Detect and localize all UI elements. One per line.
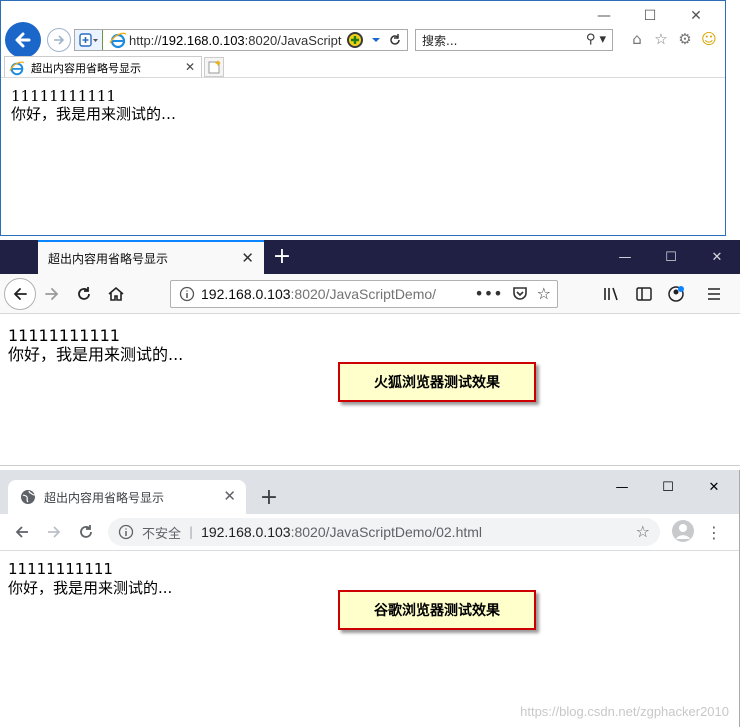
forward-arrow-icon (54, 35, 65, 45)
firefox-annotation-label: 火狐浏览器测试效果 (338, 362, 536, 402)
ie-logo-icon (109, 32, 127, 49)
info-icon[interactable] (179, 286, 195, 302)
close-icon[interactable]: ✕ (673, 3, 719, 29)
minimize-icon[interactable]: — (581, 3, 627, 29)
refresh-icon[interactable] (388, 33, 402, 47)
ie-caption-buttons: — ☐ ✕ (581, 3, 719, 29)
content-line-2: 你好，我是用来测试的... (8, 345, 184, 364)
firefox-navbar: 192.168.0.103:8020/JavaScriptDemo/ ••• ☆ (0, 274, 740, 314)
close-icon[interactable]: ✕ (691, 472, 737, 502)
ie-search-box[interactable]: 搜索... ⚲ ▾ (415, 29, 613, 51)
info-icon[interactable] (118, 524, 134, 540)
ie-back-button[interactable] (5, 22, 41, 58)
ie-window: — ☐ ✕ http://192.168.0.103:8020/JavaScri… (0, 0, 726, 236)
sidebar-icon[interactable] (632, 282, 656, 306)
firefox-titlebar: 超出内容用省略号显示 ✕ + — ☐ ✕ (0, 240, 740, 274)
minimize-icon[interactable]: — (602, 240, 648, 274)
smiley-icon[interactable]: ☺ (699, 29, 719, 49)
firefox-caption-buttons: — ☐ ✕ (602, 240, 740, 274)
ie-new-tab-button[interactable] (204, 57, 224, 77)
firefox-tab[interactable]: 超出内容用省略号显示 ✕ (38, 240, 264, 274)
plus-icon[interactable]: + (256, 484, 282, 510)
content-line-2: 你好，我是用来测试的… (11, 105, 177, 123)
watermark-text: https://blog.csdn.net/zgphacker2010 (520, 704, 729, 719)
plus-icon[interactable]: + (270, 244, 294, 269)
close-icon[interactable]: ✕ (241, 249, 254, 267)
ie-forward-button[interactable] (47, 28, 71, 52)
chrome-tab[interactable]: 超出内容用省略号显示 ✕ (8, 480, 246, 514)
chrome-tab-title: 超出内容用省略号显示 (44, 490, 165, 505)
kebab-menu-icon[interactable]: ⋮ (706, 520, 722, 544)
firefox-url-bar[interactable]: 192.168.0.103:8020/JavaScriptDemo/ ••• ☆ (170, 280, 558, 308)
dropdown-arrow-icon[interactable] (370, 34, 382, 46)
firefox-back-button[interactable] (4, 278, 36, 310)
close-icon[interactable]: ✕ (223, 487, 236, 505)
ie-logo-icon (9, 61, 25, 75)
minimize-icon[interactable]: — (599, 472, 645, 502)
back-arrow-icon[interactable] (10, 520, 34, 544)
content-line-1: 11111111111 (11, 87, 116, 105)
close-icon[interactable]: ✕ (185, 60, 195, 74)
back-arrow-icon (15, 32, 31, 48)
firefox-tab-title: 超出内容用省略号显示 (48, 251, 169, 266)
content-line-1: 11111111111 (8, 560, 113, 578)
chrome-titlebar: 超出内容用省略号显示 ✕ + — ☐ ✕ (0, 470, 739, 514)
ie-search-placeholder: 搜索... (422, 33, 458, 48)
page-actions-icon[interactable]: ••• (474, 284, 502, 303)
ie-url-text: http://192.168.0.103:8020/JavaScript (129, 32, 342, 48)
insecure-label: 不安全 (142, 526, 182, 542)
pocket-icon[interactable] (511, 284, 529, 303)
compat-plus-icon[interactable] (346, 31, 364, 49)
back-arrow-icon (13, 288, 27, 300)
new-tab-icon (208, 60, 221, 74)
ie-tab[interactable]: 超出内容用省略号显示 ✕ (4, 56, 202, 78)
chrome-caption-buttons: — ☐ ✕ (599, 472, 737, 502)
refresh-icon[interactable] (74, 520, 98, 544)
maximize-icon[interactable]: ☐ (627, 3, 673, 29)
firefox-url-actions: ••• ☆ (474, 284, 551, 303)
star-icon[interactable]: ☆ (537, 284, 551, 303)
library-icon[interactable] (600, 282, 624, 306)
ie-tab-divider (1, 77, 725, 78)
ie-address-bar[interactable]: http://192.168.0.103:8020/JavaScript (74, 29, 408, 51)
shield-icon[interactable] (75, 30, 103, 50)
chrome-navbar: 不安全 | 192.168.0.103:8020/JavaScriptDemo/… (0, 514, 739, 551)
menu-icon[interactable] (702, 282, 726, 306)
chrome-annotation-label: 谷歌浏览器测试效果 (338, 590, 536, 630)
ie-page-content: 11111111111 你好，我是用来测试的… (11, 87, 176, 123)
account-icon[interactable] (664, 282, 688, 306)
avatar-icon[interactable] (672, 520, 694, 542)
globe-icon (21, 490, 36, 504)
firefox-url-text: 192.168.0.103:8020/JavaScriptDemo/ (201, 286, 437, 302)
star-icon[interactable]: ☆ (636, 522, 650, 541)
chrome-page-content: 11111111111 你好，我是用来测试的... (8, 560, 172, 598)
refresh-icon[interactable] (72, 282, 96, 306)
gear-icon[interactable]: ⚙ (675, 29, 695, 49)
chrome-omnibox[interactable]: 不安全 | 192.168.0.103:8020/JavaScriptDemo/… (108, 518, 660, 546)
star-icon[interactable]: ☆ (651, 29, 671, 49)
firefox-page-content: 11111111111 你好，我是用来测试的... (8, 326, 183, 364)
home-icon[interactable] (104, 282, 128, 306)
search-icon[interactable]: ⚲ ▾ (586, 32, 606, 47)
firefox-window: 超出内容用省略号显示 ✕ + — ☐ ✕ 192.168.0.103:8020/… (0, 240, 740, 466)
forward-arrow-icon[interactable] (42, 520, 66, 544)
close-icon[interactable]: ✕ (694, 240, 740, 274)
content-line-1: 11111111111 (8, 326, 120, 345)
chrome-url-text: 192.168.0.103:8020/JavaScriptDemo/02.htm… (201, 524, 483, 540)
ie-toolbar: — ☐ ✕ http://192.168.0.103:8020/JavaScri… (1, 1, 725, 79)
ie-tool-icons: ⌂ ☆ ⚙ ☺ (627, 29, 719, 49)
maximize-icon[interactable]: ☐ (645, 472, 691, 502)
ie-tab-title: 超出内容用省略号显示 (31, 61, 141, 75)
forward-arrow-icon[interactable] (40, 282, 64, 306)
maximize-icon[interactable]: ☐ (648, 240, 694, 274)
content-line-2: 你好，我是用来测试的... (8, 579, 173, 597)
home-icon[interactable]: ⌂ (627, 29, 647, 49)
omnibox-separator: | (189, 525, 194, 539)
